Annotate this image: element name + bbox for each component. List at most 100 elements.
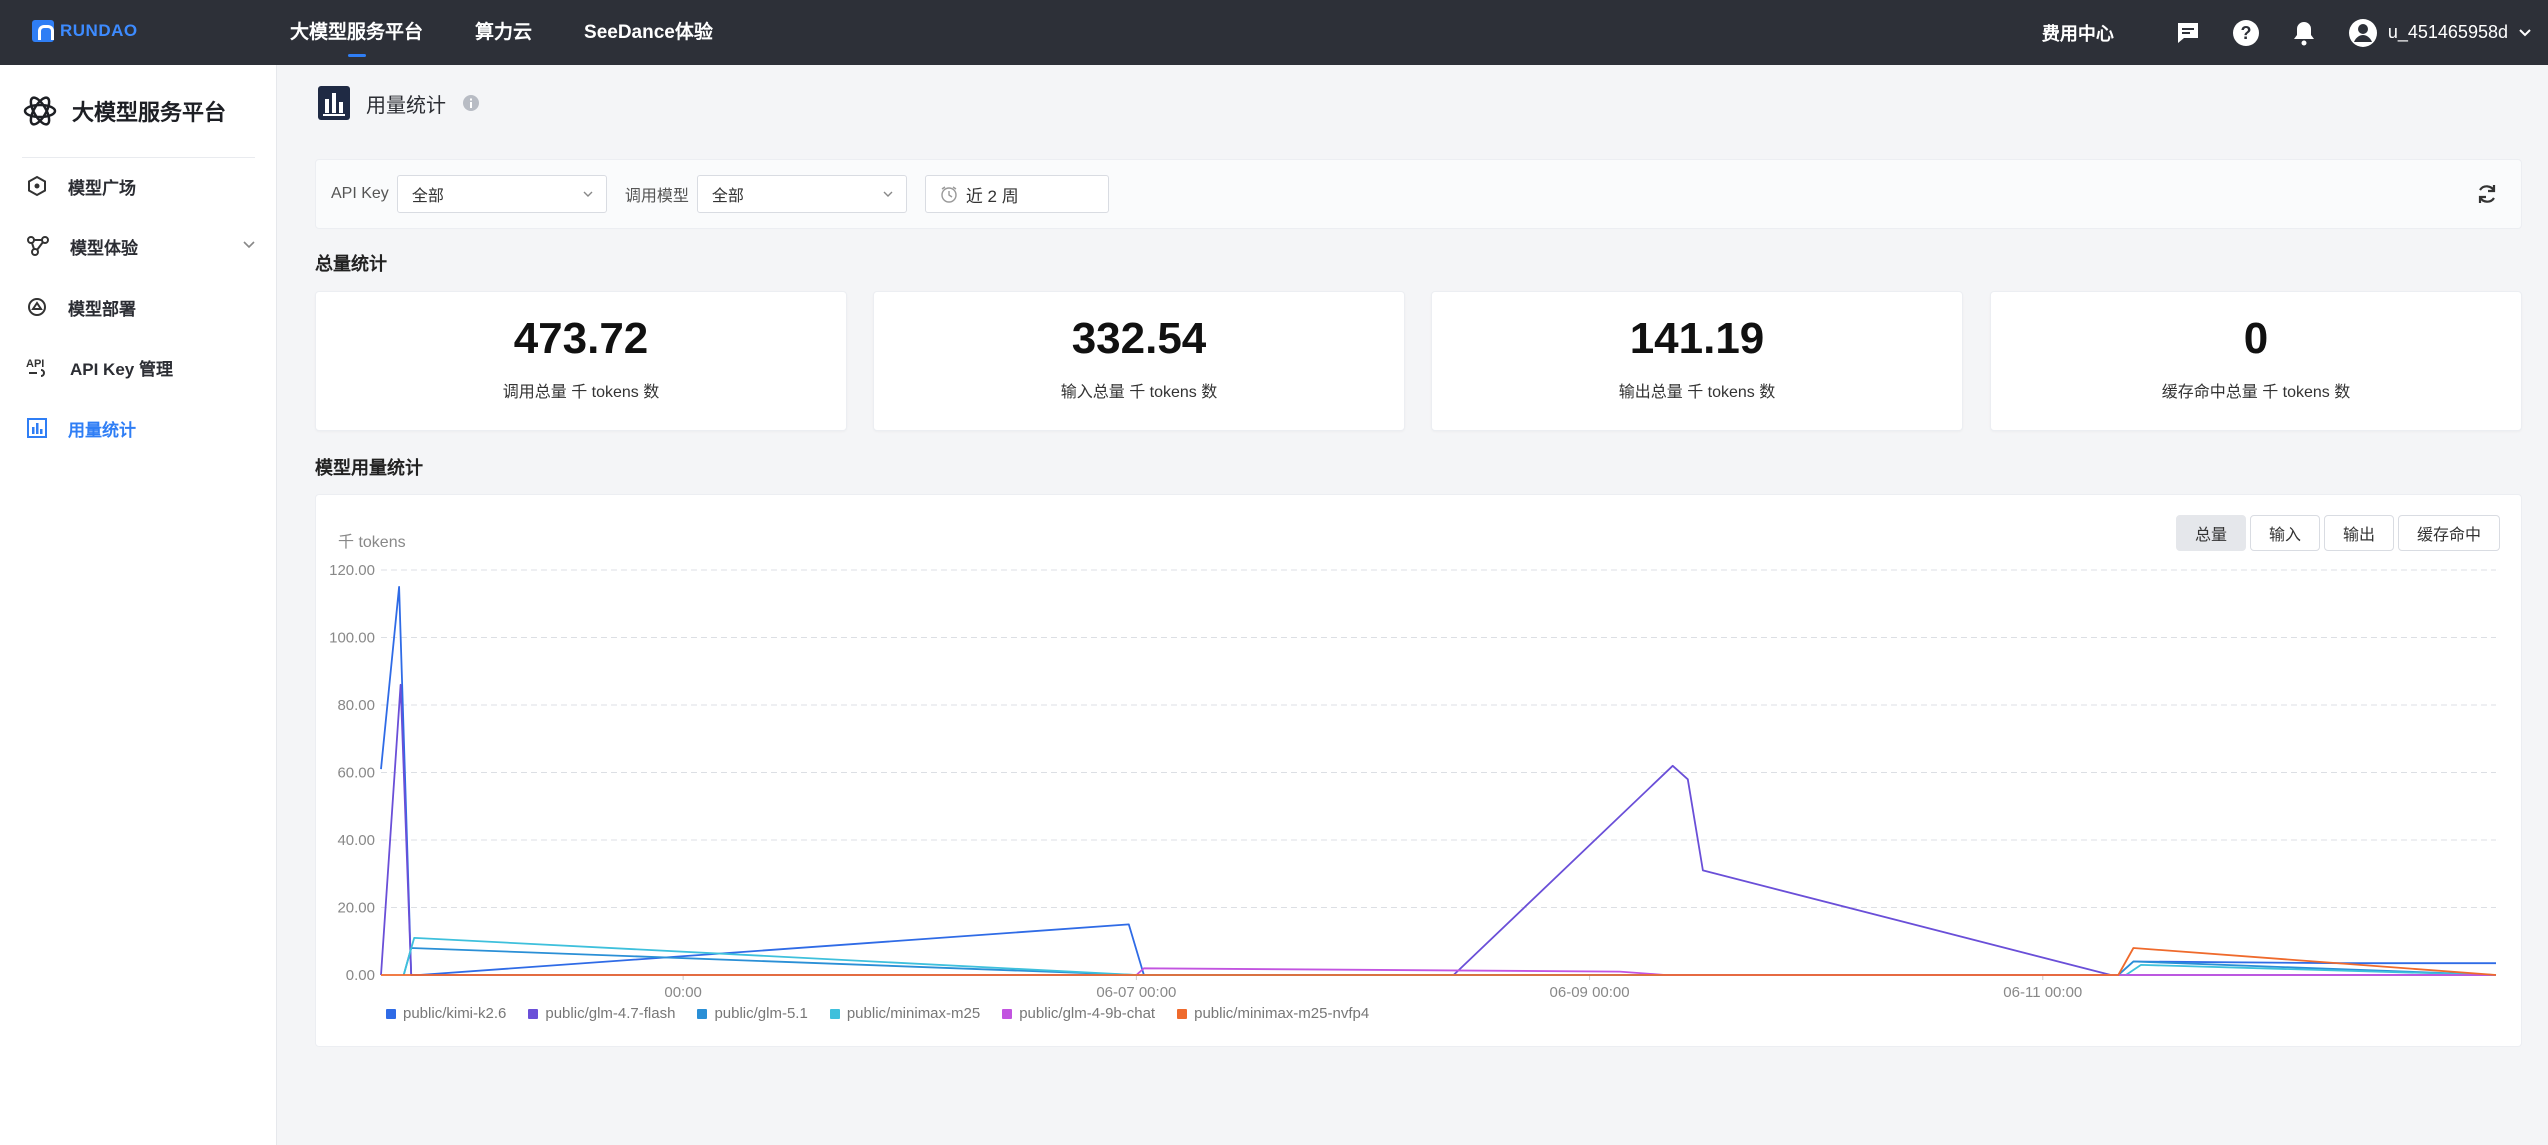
logo-text: RUNDAO — [60, 21, 138, 40]
sidebar-item-label: 模型部署 — [68, 299, 136, 319]
stat-label: 缓存命中总量 千 tokens 数 — [2161, 384, 2351, 401]
refresh-icon[interactable] — [2475, 182, 2499, 206]
top-nav-llm-platform[interactable]: 大模型服务平台 — [290, 0, 423, 65]
legend-item[interactable]: public/glm-4-9b-chat — [1002, 1005, 1155, 1022]
stat-card-output: 141.19 输出总量 千 tokens 数 — [1431, 291, 1963, 431]
legend-swatch — [386, 1008, 396, 1019]
legend-label: public/glm-4-9b-chat — [1019, 1005, 1156, 1022]
nodes-icon — [27, 236, 49, 256]
y-tick-label: 40.00 — [337, 832, 375, 849]
info-icon[interactable] — [462, 94, 480, 112]
clock-icon — [941, 186, 957, 203]
stat-label: 输入总量 千 tokens 数 — [1060, 384, 1218, 401]
stat-value: 0 — [2243, 314, 2269, 363]
sidebar-item-usage-stats[interactable]: 用量统计 — [26, 413, 256, 443]
x-tick-label: 00:00 — [664, 984, 702, 1001]
svg-text:?: ? — [2240, 23, 2251, 43]
y-tick-label: 80.00 — [337, 697, 375, 714]
logo-icon — [32, 20, 54, 42]
avatar-icon — [2348, 18, 2377, 47]
legend-item[interactable]: public/minimax-m25 — [829, 1005, 981, 1022]
legend-swatch — [1177, 1008, 1188, 1019]
date-range-value: 近 2 周 — [965, 186, 1019, 206]
top-right-actions: 费用中心 ? u_451465958d — [2042, 0, 2532, 65]
date-range-picker[interactable]: 近 2 周 — [924, 175, 1109, 213]
y-tick-label: 100.00 — [329, 630, 375, 647]
hexagon-icon — [28, 175, 46, 197]
sidebar-item-api-key[interactable]: API API Key 管理 — [26, 352, 256, 382]
chevron-down-icon — [583, 191, 593, 197]
rundao-logo[interactable]: RUNDAO — [32, 20, 138, 42]
bell-icon[interactable] — [2290, 19, 2318, 47]
stat-value: 332.54 — [1071, 314, 1207, 363]
legend-label: public/kimi-k2.6 — [403, 1005, 507, 1022]
stat-label: 调用总量 千 tokens 数 — [502, 384, 660, 401]
legend-label: public/minimax-m25-nvfp4 — [1194, 1005, 1370, 1022]
legend-label: public/glm-4.7-flash — [545, 1005, 676, 1022]
model-label: 调用模型 — [624, 188, 689, 205]
sidebar-item-model-experience[interactable]: 模型体验 — [26, 231, 256, 261]
api-key-select[interactable]: 全部 — [396, 175, 607, 213]
legend-label: public/glm-5.1 — [714, 1005, 808, 1022]
top-nav-seedance[interactable]: SeeDance体验 — [584, 0, 713, 65]
sidebar-brand: 大模型服务平台 — [22, 93, 226, 129]
top-navigation-bar: RUNDAO 大模型服务平台 算力云 SeeDance体验 费用中心 ? u_4… — [0, 0, 2548, 65]
model-select-value: 全部 — [711, 188, 744, 205]
page-header: 用量统计 — [318, 86, 480, 120]
stat-card-input: 332.54 输入总量 千 tokens 数 — [873, 291, 1405, 431]
api-key-select-value: 全部 — [411, 188, 444, 205]
model-usage-chart-card: 千 tokens 总量 输入 输出 缓存命中 0.00 20.00 40.00 60.… — [315, 494, 2522, 1047]
svg-text:API: API — [26, 358, 44, 370]
chevron-down-icon[interactable] — [242, 237, 256, 251]
series-line-0 — [380, 586, 2496, 976]
legend-swatch — [829, 1008, 840, 1019]
help-icon[interactable]: ? — [2232, 19, 2260, 47]
top-nav-compute-cloud[interactable]: 算力云 — [475, 0, 532, 65]
sidebar-item-model-deploy[interactable]: 模型部署 — [26, 292, 256, 322]
deploy-icon — [28, 298, 46, 316]
x-tick-label: 06-07 00:00 — [1096, 984, 1176, 1001]
legend-label: public/minimax-m25 — [846, 1005, 981, 1022]
y-tick-label: 120.00 — [329, 562, 375, 579]
fee-center-link[interactable]: 费用中心 — [2042, 20, 2114, 46]
message-icon[interactable] — [2174, 19, 2202, 47]
brand-icon — [23, 96, 57, 126]
sidebar-item-label: 模型广场 — [68, 178, 136, 198]
x-tick-label: 06-09 00:00 — [1550, 984, 1630, 1001]
sidebar-item-label: 模型体验 — [70, 238, 138, 258]
total-stats-title: 总量统计 — [315, 254, 387, 274]
page-title: 用量统计 — [366, 94, 446, 117]
chevron-down-icon — [883, 191, 893, 197]
sidebar-item-model-square[interactable]: 模型广场 — [26, 171, 256, 201]
legend-swatch — [1002, 1008, 1013, 1019]
stat-value: 473.72 — [513, 314, 649, 363]
stat-card-total: 473.72 调用总量 千 tokens 数 — [315, 291, 847, 431]
sidebar-item-label: 用量统计 — [68, 420, 136, 440]
sidebar-brand-title: 大模型服务平台 — [72, 100, 227, 125]
series-line-3 — [402, 937, 2497, 976]
sidebar: 大模型服务平台 模型广场 模型体验 模型部署 API API Key 管理 用量… — [0, 65, 277, 1145]
sidebar-divider — [22, 157, 255, 158]
stat-card-cache-hit: 0 缓存命中总量 千 tokens 数 — [1990, 291, 2522, 431]
chart-legend: public/kimi-k2.6 public/glm-4.7-flash publ… — [386, 1005, 1369, 1022]
legend-swatch — [697, 1008, 708, 1019]
y-tick-label: 0.00 — [346, 967, 375, 984]
api-key-label: API Key — [331, 185, 389, 202]
usage-stats-icon — [318, 86, 350, 120]
top-nav: 大模型服务平台 算力云 SeeDance体验 — [290, 0, 713, 65]
legend-item[interactable]: public/glm-5.1 — [697, 1005, 808, 1022]
bar-chart-icon — [27, 418, 47, 438]
legend-item[interactable]: public/kimi-k2.6 — [386, 1005, 506, 1022]
chevron-down-icon — [2519, 28, 2531, 36]
filter-bar: API Key 全部 调用模型 全部 近 2 周 — [315, 159, 2522, 229]
series-line-1 — [380, 683, 2496, 976]
api-icon: API — [26, 358, 45, 377]
model-stats-title: 模型用量统计 — [315, 458, 423, 478]
user-menu[interactable]: u_451465958d — [2348, 18, 2532, 48]
legend-item[interactable]: public/minimax-m25-nvfp4 — [1177, 1005, 1369, 1022]
legend-item[interactable]: public/glm-4.7-flash — [528, 1005, 675, 1022]
model-select[interactable]: 全部 — [696, 175, 907, 213]
y-tick-label: 20.00 — [337, 900, 375, 917]
stat-label: 输出总量 千 tokens 数 — [1618, 384, 1776, 401]
sidebar-item-label: API Key 管理 — [70, 359, 173, 379]
